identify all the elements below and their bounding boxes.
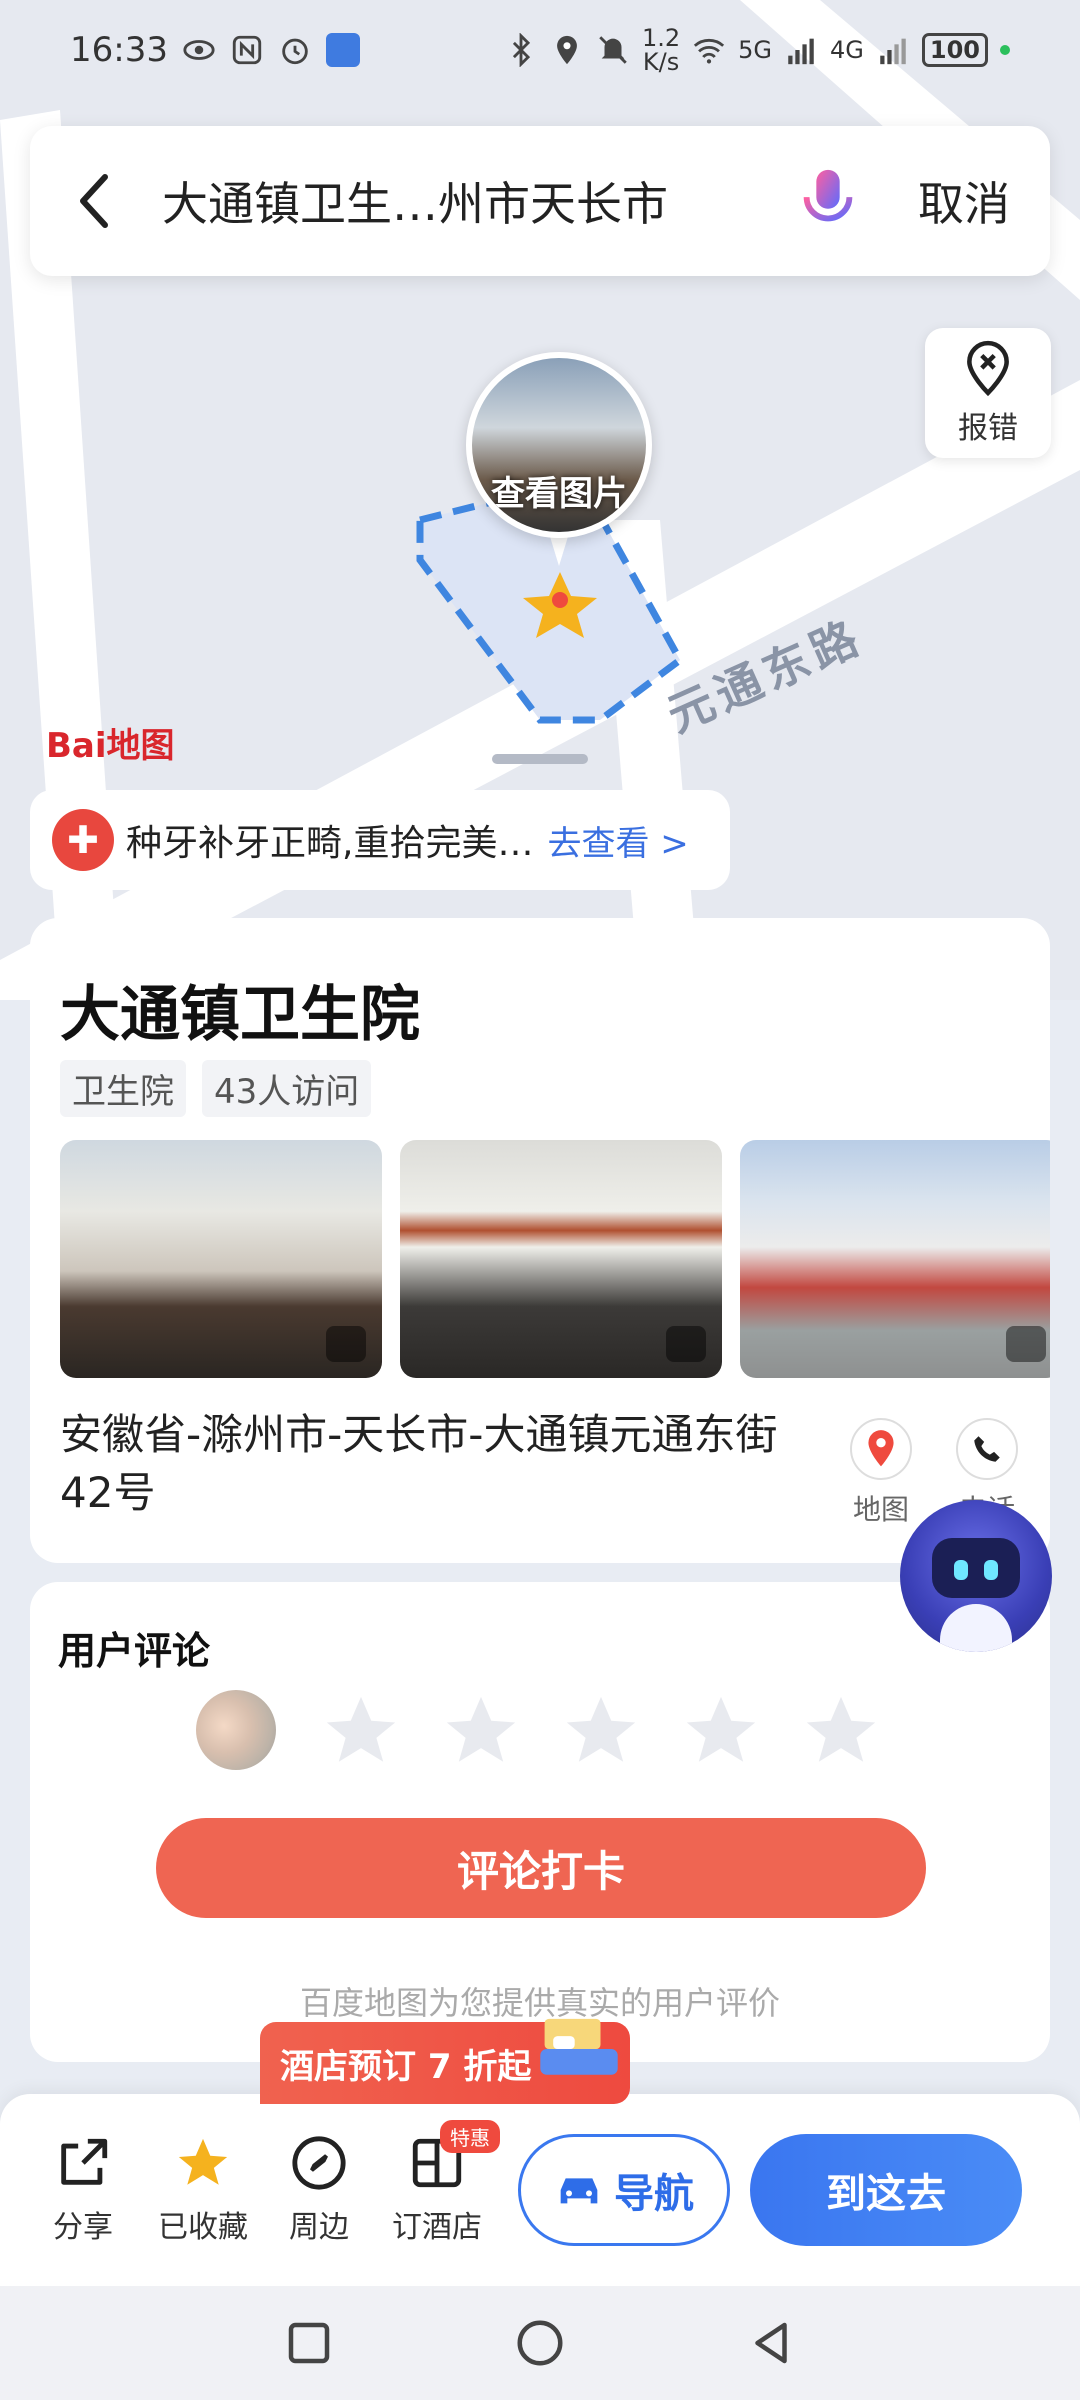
place-name: 大通镇卫生院 <box>60 980 420 1050</box>
map-action-label: 地图 <box>852 1493 909 1526</box>
star-icon[interactable] <box>440 1690 522 1772</box>
nfc-icon <box>232 35 262 65</box>
hotel-label: 订酒店 <box>392 2210 482 2245</box>
cancel-button[interactable]: 取消 <box>918 168 1010 234</box>
map-pin-icon <box>850 1418 912 1480</box>
nearby-button[interactable]: 周边 <box>264 2134 374 2246</box>
microphone-icon[interactable] <box>798 166 858 236</box>
star-icon[interactable] <box>800 1690 882 1772</box>
view-photo-bubble[interactable]: 查看图片 <box>466 352 652 538</box>
mute-icon <box>599 36 627 64</box>
place-photo[interactable] <box>740 1140 1050 1378</box>
tag-visits: 43人访问 <box>202 1060 372 1117</box>
report-label: 报错 <box>958 411 1018 446</box>
favorite-button[interactable]: 已收藏 <box>148 2134 258 2246</box>
dental-ad-icon: ✚ <box>52 809 114 871</box>
star-filled-icon <box>178 2138 228 2185</box>
signal-4g: 4G <box>830 36 864 64</box>
star-rating[interactable] <box>320 1690 882 1772</box>
share-button[interactable]: 分享 <box>28 2134 138 2246</box>
search-query[interactable]: 大通镇卫生…州市天长市 <box>162 168 798 234</box>
navigate-label: 导航 <box>614 2171 694 2217</box>
clock: 16:33 <box>70 30 168 70</box>
go-here-button[interactable]: 到这去 <box>750 2134 1022 2246</box>
hotel-promo-banner[interactable]: 酒店预订 7 折起 <box>260 2018 630 2104</box>
net-speed: 1.2 K/s <box>641 24 681 76</box>
place-photo[interactable] <box>60 1140 382 1378</box>
camera-icon <box>326 1326 366 1362</box>
wifi-icon <box>694 38 725 64</box>
share-label: 分享 <box>53 2210 113 2245</box>
back-nav-icon[interactable] <box>744 2316 798 2370</box>
home-icon[interactable] <box>513 2316 567 2370</box>
share-icon <box>61 2138 108 2185</box>
location-icon <box>557 35 577 65</box>
ad-view-link[interactable]: 去查看 > <box>547 816 688 865</box>
place-photo[interactable] <box>400 1140 722 1378</box>
tag-category: 卫生院 <box>60 1060 186 1117</box>
bottom-action-bar: 分享 已收藏 周边 订酒店 特惠 导航 到这去 <box>0 2094 1080 2286</box>
review-checkin-button[interactable]: 评论打卡 <box>156 1818 926 1918</box>
view-photo-label: 查看图片 <box>491 474 627 514</box>
back-icon[interactable] <box>70 171 120 231</box>
hotel-promo-text: 酒店预订 7 折起 <box>280 2046 532 2087</box>
ai-assistant-robot-icon[interactable] <box>900 1500 1052 1652</box>
search-bar[interactable]: 大通镇卫生…州市天长市 取消 <box>30 126 1050 276</box>
place-tags: 卫生院 43人访问 <box>60 1060 372 1117</box>
eye-icon <box>183 40 215 60</box>
active-dot <box>1000 45 1010 55</box>
ad-text: 种牙补牙正畸,重拾完美… <box>126 823 534 864</box>
place-card: 大通镇卫生院 卫生院 43人访问 安徽省-滁州市-天长市-大通镇元通东街42号 … <box>30 918 1050 1563</box>
star-icon[interactable] <box>320 1690 402 1772</box>
ad-banner[interactable]: ✚ 种牙补牙正畸,重拾完美… 去查看 > <box>30 790 730 890</box>
star-icon[interactable] <box>560 1690 642 1772</box>
review-card: 用户评论 评论打卡 百度地图为您提供真实的用户评价 <box>30 1582 1050 2062</box>
phone-icon <box>956 1418 1018 1480</box>
hotel-deal-badge: 特惠 <box>440 2120 500 2153</box>
avatar <box>196 1690 276 1770</box>
recent-apps-icon[interactable] <box>282 2316 336 2370</box>
camera-icon <box>666 1326 706 1362</box>
car-icon <box>560 2178 598 2204</box>
drag-handle[interactable] <box>492 754 588 764</box>
signal-icon <box>788 38 814 65</box>
map-action-button[interactable]: 地图 <box>836 1418 926 1528</box>
report-error-button[interactable]: 报错 <box>925 328 1051 458</box>
review-title: 用户评论 <box>58 1629 211 1673</box>
report-pin-icon <box>967 340 1009 397</box>
bed-icon <box>540 2018 618 2075</box>
compass-icon <box>292 2136 346 2190</box>
baidu-map-logo: Bai地图 <box>46 726 175 766</box>
navigate-button[interactable]: 导航 <box>518 2134 730 2246</box>
place-address: 安徽省-滁州市-天长市-大通镇元通东街42号 <box>60 1410 778 1517</box>
camera-icon <box>1006 1326 1046 1362</box>
favorite-label: 已收藏 <box>158 2210 248 2245</box>
system-nav-bar <box>0 2286 1080 2400</box>
star-icon[interactable] <box>680 1690 762 1772</box>
battery-icon: 100 <box>921 33 988 67</box>
status-bar: 16:33 1.2 K/s 5G 4G 100 <box>0 0 1080 100</box>
bluetooth-icon <box>512 33 531 67</box>
signal-icon-2 <box>880 38 906 65</box>
signal-5g: 5G <box>738 36 773 64</box>
nearby-label: 周边 <box>289 2210 349 2245</box>
app-notification-icon <box>325 33 360 67</box>
alarm-icon <box>282 38 308 65</box>
photo-strip[interactable] <box>60 1140 1050 1378</box>
